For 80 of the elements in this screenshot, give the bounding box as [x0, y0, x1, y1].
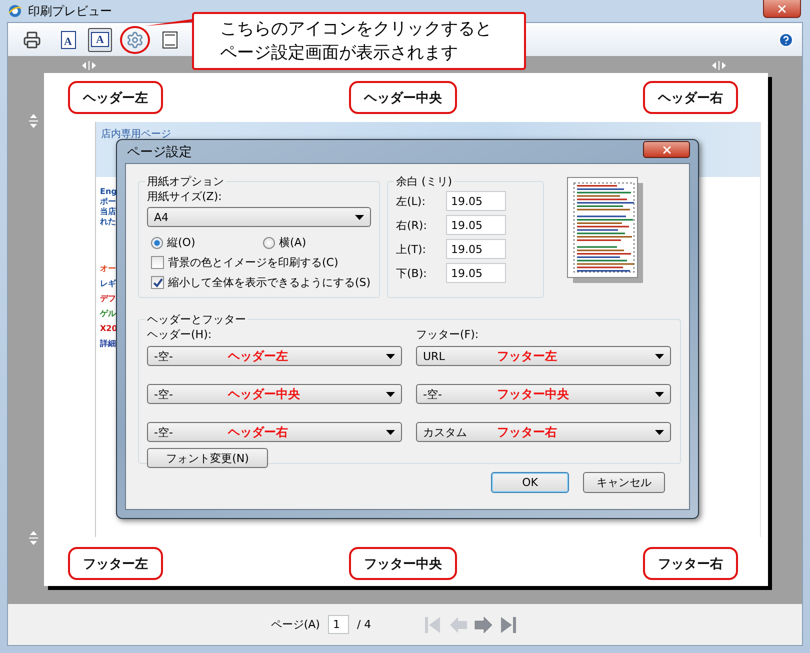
- help-icon[interactable]: [778, 32, 794, 48]
- radio-button[interactable]: [151, 236, 163, 248]
- footer-callout: フッター左: [68, 547, 163, 580]
- paper-size-dropdown[interactable]: A4: [147, 207, 371, 227]
- radio-button[interactable]: [263, 236, 275, 248]
- webpage-text: Eng: [100, 187, 117, 196]
- webpage-text: レギ: [100, 279, 116, 288]
- page-total: / 4: [356, 618, 372, 631]
- field-label: 下(B):: [396, 266, 428, 280]
- callout-line: ページ設定画面が表示されます: [220, 42, 459, 65]
- dropdown-arrow-icon: [655, 392, 664, 396]
- margin-input-field[interactable]: 19.05: [446, 263, 506, 283]
- field-label: 上(T):: [396, 242, 428, 256]
- page-label: ページ(A): [270, 617, 320, 632]
- margin-input-field[interactable]: 19.05: [446, 215, 506, 235]
- header-footer-dropdown[interactable]: -空- ヘッダー右: [147, 422, 402, 442]
- checkbox[interactable]: [151, 276, 164, 289]
- dropdown-arrow-icon: [386, 354, 395, 358]
- font-change-button[interactable]: フォント変更(N): [147, 448, 268, 468]
- group-legend: ヘッダーとフッター: [145, 312, 248, 327]
- field-label: 右(R):: [396, 218, 428, 232]
- checkbox-label: 背景の色とイメージを印刷する(C): [168, 255, 338, 270]
- close-icon: [660, 144, 672, 156]
- header-footer-dropdown[interactable]: -空- フッター中央: [416, 384, 671, 404]
- margin-handle-icon[interactable]: [29, 531, 38, 545]
- header-callout: ヘッダー右: [643, 81, 738, 114]
- page-icon: [162, 30, 178, 48]
- close-button[interactable]: [763, 0, 801, 18]
- checkbox-label: 縮小して全体を表示できるようにする(S): [168, 275, 371, 290]
- dialog-button[interactable]: キャンセル: [583, 472, 665, 493]
- toolbar-button[interactable]: A: [56, 28, 80, 52]
- field-label: 用紙サイズ(Z):: [147, 189, 223, 204]
- webpage-text: れた: [100, 217, 116, 226]
- dialog-button[interactable]: OK: [491, 472, 569, 493]
- group-legend: 余白 (ミリ): [394, 174, 454, 189]
- browser-icon: [8, 4, 22, 18]
- printer-icon: [23, 30, 41, 48]
- landscape-page-icon: A: [91, 32, 109, 47]
- field-label: 左(L):: [396, 194, 426, 208]
- header-callout: ヘッダー左: [68, 81, 163, 114]
- window-title: 印刷プレビュー: [28, 2, 112, 20]
- margin-handle-icon[interactable]: [82, 61, 96, 70]
- portrait-page-icon: A: [60, 30, 76, 48]
- next-page-button[interactable]: [473, 614, 494, 634]
- webpage-text: ポー: [100, 197, 116, 206]
- close-icon: [776, 2, 788, 14]
- dropdown-arrow-icon: [355, 214, 364, 220]
- webpage-text: オー: [100, 264, 116, 273]
- margin-input-field[interactable]: 19.05: [446, 191, 506, 211]
- checkbox[interactable]: [151, 256, 164, 269]
- webpage-text: ゲル: [100, 309, 116, 318]
- header-footer-dropdown[interactable]: -空- ヘッダー中央: [147, 384, 402, 404]
- callout-line: こちらのアイコンをクリックすると: [220, 18, 493, 41]
- group-legend: 用紙オプション: [145, 174, 226, 189]
- dialog-title: ページ設定: [127, 144, 192, 160]
- radio-label: 縦(O): [167, 235, 196, 250]
- dropdown-arrow-icon: [386, 430, 395, 434]
- margin-input-field[interactable]: 19.05: [446, 239, 506, 259]
- header-callout: ヘッダー中央: [349, 81, 457, 114]
- webpage-text: 当店: [100, 207, 116, 216]
- gear-icon: [126, 30, 144, 48]
- webpage-title: 店内専用ページ: [101, 129, 171, 140]
- toolbar-button[interactable]: A: [88, 28, 112, 52]
- dropdown-arrow-icon: [655, 430, 664, 434]
- field-label: フッター(F):: [416, 327, 480, 342]
- close-button[interactable]: [643, 141, 690, 158]
- header-footer-dropdown[interactable]: URL フッター左: [416, 346, 671, 366]
- footer-callout: フッター右: [643, 547, 738, 580]
- field-label: ヘッダー(H):: [147, 327, 213, 342]
- margin-handle-icon[interactable]: [712, 61, 726, 70]
- webpage-text: デフ: [100, 294, 116, 303]
- footer-callout: フッター中央: [349, 547, 457, 580]
- dropdown-arrow-icon: [386, 392, 395, 396]
- webpage-text: 詳細: [100, 339, 116, 348]
- header-footer-dropdown[interactable]: -空- ヘッダー左: [147, 346, 402, 366]
- radio-label: 横(A): [279, 235, 306, 250]
- header-footer-dropdown[interactable]: カスタム フッター右: [416, 422, 671, 442]
- margin-handle-icon[interactable]: [29, 114, 38, 128]
- page-number-field[interactable]: 1: [328, 615, 349, 634]
- dropdown-arrow-icon: [655, 354, 664, 358]
